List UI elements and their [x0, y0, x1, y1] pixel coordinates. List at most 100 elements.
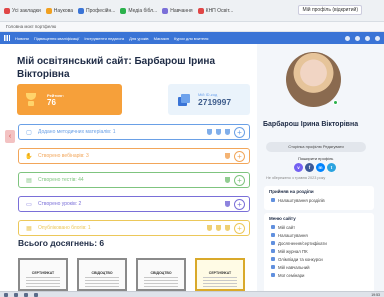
last-online-text: Не збережено з травня 2023 року	[266, 176, 326, 180]
achievement-row[interactable]: ▤ Створено тестів: 44 +	[18, 172, 250, 188]
menu-item-icon	[271, 225, 275, 229]
achievement-label: Створено вебінарів: 3	[38, 153, 89, 159]
add-circle-icon[interactable]: +	[234, 150, 245, 162]
trophy-icon	[225, 225, 230, 231]
trophy-icon	[216, 225, 221, 231]
rating-card: Рейтинг: 76	[17, 84, 122, 115]
profile-name: Барбарош Ірина Вікторівна	[263, 121, 359, 128]
viber-icon[interactable]: v	[294, 163, 303, 172]
achievement-row[interactable]: ▦ Опубліковано блогів: 1 +	[18, 220, 250, 236]
sidebar-menu-item[interactable]: Мій сайт	[264, 223, 374, 231]
trophy-icon	[216, 129, 221, 135]
achievement-row[interactable]: ▢ Додано методичних матеріалів: 1 +	[18, 124, 250, 140]
sidebar-menu-item[interactable]: Налаштування	[264, 231, 374, 239]
blog-icon: ▦	[26, 225, 32, 232]
folder-icon[interactable]	[34, 292, 38, 297]
nav-item-shop[interactable]: Магазин	[154, 36, 169, 41]
trophy-icon	[225, 129, 230, 135]
trophy-icon	[225, 153, 230, 159]
site-nav: Новини Підвищення кваліфікації Інструмен…	[0, 32, 384, 44]
add-circle-icon[interactable]: +	[234, 126, 245, 138]
facebook-icon[interactable]: f	[305, 163, 314, 172]
edit-profile-button[interactable]: Сторінка профілю Редагувати	[266, 142, 366, 152]
share-profile-label: Поширити профіль	[298, 156, 334, 161]
id-value: 2719997	[198, 97, 232, 107]
menu-item-icon	[271, 265, 275, 269]
bookmark[interactable]: Медіа бібл...	[120, 7, 157, 14]
sidebar-menu-item[interactable]: Досягнення/сертифікати	[264, 239, 374, 247]
start-icon[interactable]	[4, 292, 8, 297]
lesson-icon: ▭	[26, 201, 32, 208]
sidebar-item-sections-settings[interactable]: Налаштування розділів	[264, 196, 374, 204]
achievement-label: Опубліковано блогів: 1	[38, 225, 91, 231]
id-card[interactable]: Мій ID-код 2719997	[168, 84, 250, 115]
add-circle-icon[interactable]: +	[234, 222, 245, 234]
sections-box: Прийняв на роздіпи Налаштування розділів	[264, 186, 374, 210]
grid-menu-icon[interactable]	[4, 35, 10, 41]
bookmark[interactable]: Усі закладки	[4, 7, 41, 14]
trophy-icon	[225, 201, 230, 207]
side-feedback-tab[interactable]: ‹	[5, 130, 15, 143]
nav-item-news[interactable]: Новини	[15, 36, 29, 41]
trophy-icon	[225, 177, 230, 183]
nav-item-lessons[interactable]: Для уроків	[129, 36, 149, 41]
nav-item-qualification[interactable]: Підвищення кваліфікації	[34, 36, 79, 41]
telegram-icon[interactable]: t	[327, 163, 336, 172]
certificate-thumb[interactable]: СВІДОЦТВО	[136, 258, 186, 291]
taskbar: 19:53	[0, 291, 384, 297]
sections-box-title: Прийняв на роздіпи	[269, 189, 314, 194]
test-icon: ▤	[26, 177, 32, 184]
menu-item-icon	[271, 233, 275, 237]
sidebar-menu-item[interactable]: Олімпіади та конкурси	[264, 255, 374, 263]
add-circle-icon[interactable]: +	[234, 198, 245, 210]
copy-icon[interactable]	[178, 93, 190, 106]
trophy-icon	[207, 225, 212, 231]
achievement-label: Додано методичних матеріалів: 1	[38, 129, 116, 135]
trophy-icon	[207, 129, 212, 135]
bookmark-favicon-icon	[197, 7, 204, 14]
menu-item-icon	[271, 257, 275, 261]
online-status-dot	[333, 100, 338, 105]
bookmark[interactable]: Навчання	[162, 7, 193, 14]
achievement-label: Створено тестів: 44	[38, 177, 84, 183]
sidebar-menu-item[interactable]: Мій навчальний	[264, 263, 374, 271]
menu-icon[interactable]	[375, 35, 380, 41]
sidebar-menu-item[interactable]: Мої семінари	[264, 271, 374, 279]
bookmark-favicon-icon	[120, 7, 127, 14]
browser-icon[interactable]	[24, 292, 28, 297]
rating-value: 76	[47, 97, 56, 107]
settings-icon	[271, 198, 275, 202]
menu-item-icon	[271, 273, 275, 277]
add-circle-icon[interactable]: +	[234, 174, 245, 186]
profile-dropdown[interactable]: Мій профіль (відкритий)	[298, 5, 362, 15]
messenger-icon[interactable]: m	[316, 163, 325, 172]
certificate-thumb[interactable]: СВІДОЦТВО	[77, 258, 127, 291]
certificate-thumb[interactable]: СЕРТИФІКАТ	[18, 258, 68, 291]
search-icon[interactable]	[345, 35, 350, 41]
certificate-thumb[interactable]: СЕРТИФІКАТ	[195, 258, 245, 291]
nav-item-courses[interactable]: Курси для вчителя	[174, 36, 208, 41]
taskbar-clock: 19:53	[371, 292, 380, 297]
achievement-row[interactable]: ✋ Створено вебінарів: 3 +	[18, 148, 250, 164]
menu-item-icon	[271, 249, 275, 253]
certificates-row: СЕРТИФІКАТ СВІДОЦТВО СВІДОЦТВО СЕРТИФІКА…	[18, 258, 250, 291]
tab-hint: Головна моєї портфелю	[0, 22, 384, 32]
avatar	[286, 52, 341, 107]
menu-item-icon	[271, 241, 275, 245]
achievement-row[interactable]: ▭ Створено уроків: 2 +	[18, 196, 250, 212]
bookmark[interactable]: КНП Освіт...	[197, 7, 233, 14]
user-icon[interactable]	[355, 35, 360, 41]
bookmark[interactable]: Наукова	[45, 7, 73, 14]
all-achievements-title: Всього досягнень: 6	[18, 238, 105, 248]
bookmark[interactable]: Професійн...	[78, 7, 115, 14]
bell-icon[interactable]	[365, 35, 370, 41]
sidebar-menu-item[interactable]: Мій журнал ПК	[264, 247, 374, 255]
page-title: Мій освітянський сайт: Барбарош Ірина Ві…	[17, 56, 216, 80]
search-icon[interactable]	[14, 292, 18, 297]
bookmark-favicon-icon	[162, 7, 169, 14]
site-menu-title: Меню сайту	[269, 216, 296, 221]
nav-item-tools[interactable]: Інструменти педагога	[84, 36, 124, 41]
document-icon: ▢	[26, 129, 32, 136]
hand-icon: ✋	[25, 153, 33, 160]
bookmark-favicon-icon	[78, 7, 85, 14]
